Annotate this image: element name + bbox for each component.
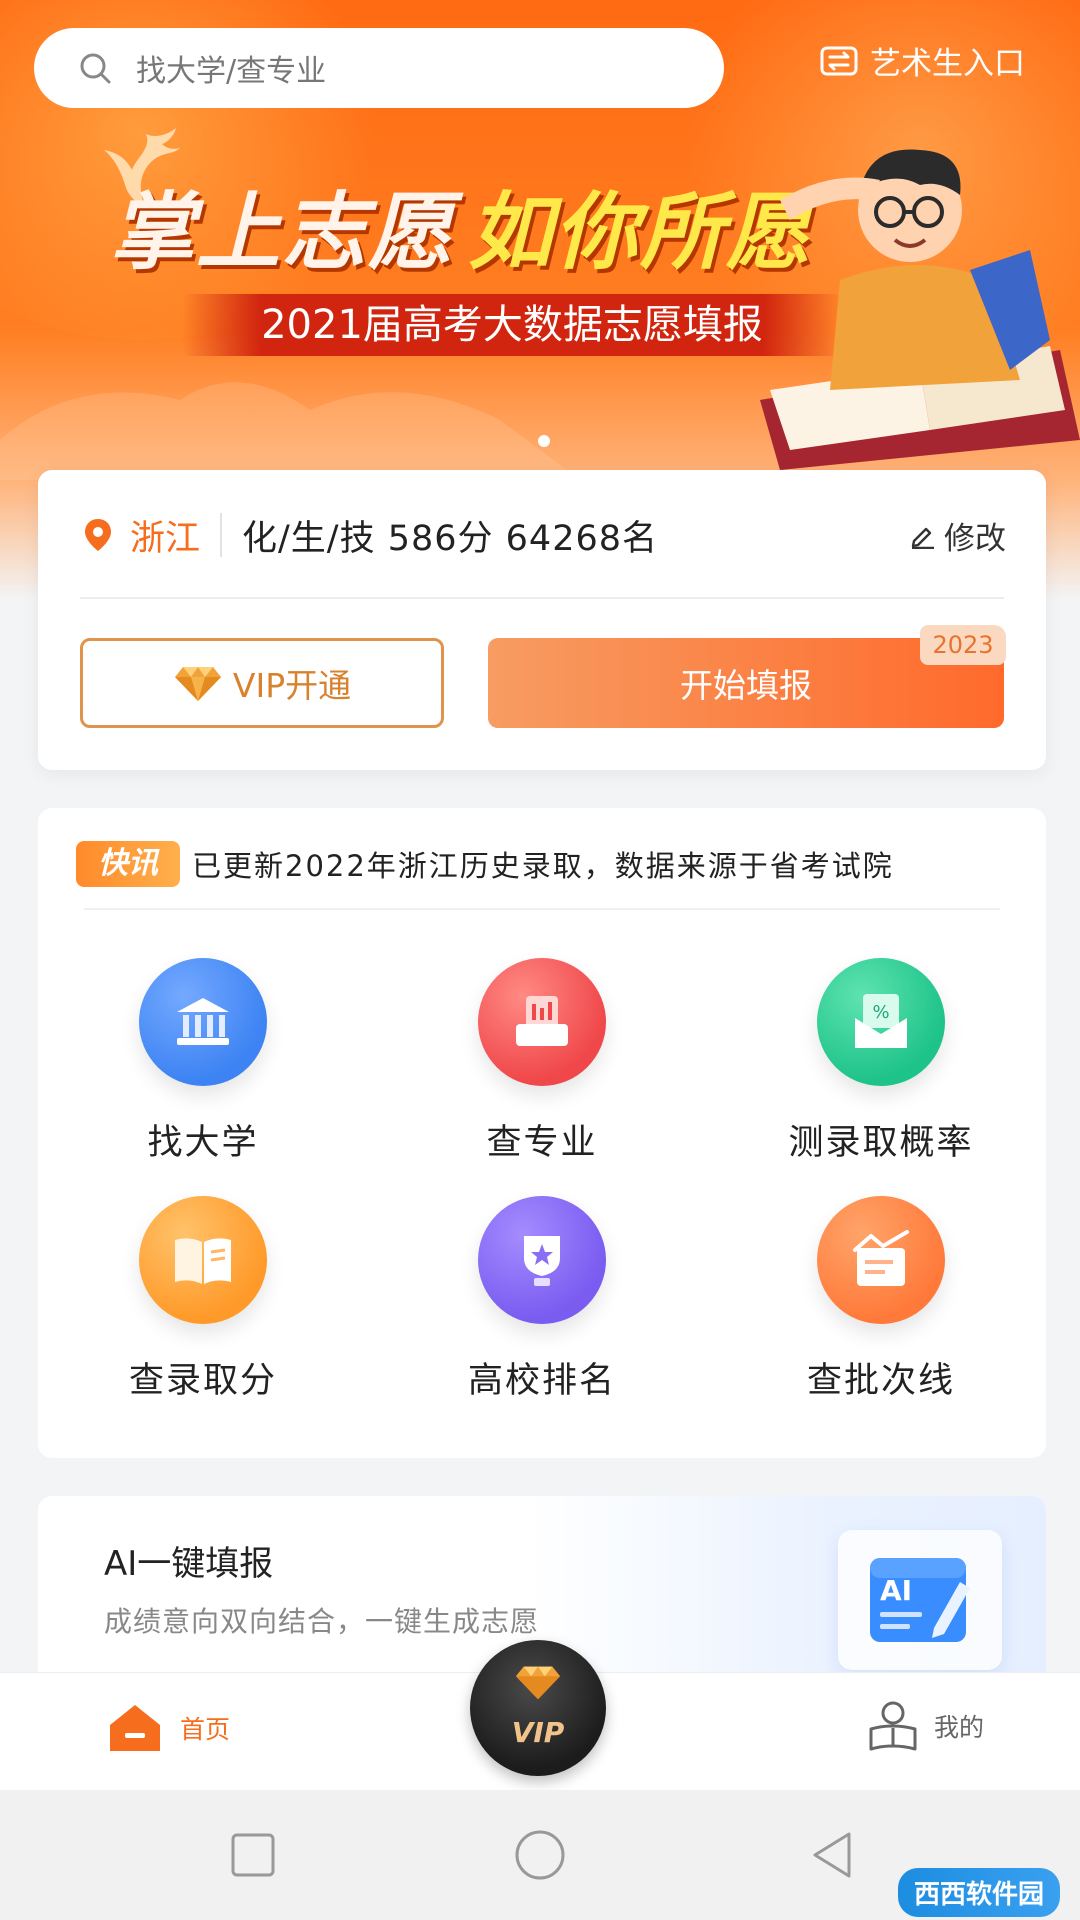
location-pin-icon [85, 519, 111, 551]
swap-icon [820, 46, 858, 75]
back-icon[interactable] [805, 1828, 859, 1882]
watermark: 西西软件园 [897, 1868, 1060, 1917]
ai-icon-text: AI [880, 1574, 912, 1607]
batch-line-icon [817, 1196, 945, 1324]
diamond-icon [174, 667, 221, 701]
news-text: 已更新2022年浙江历史录取，数据来源于省考试院 [192, 849, 894, 883]
banner-headline: 掌上志愿 如你所愿 [110, 190, 812, 274]
tool-admission-probability[interactable]: % 测录取概率 [716, 958, 1046, 1165]
tool-university-ranking[interactable]: 高校排名 [377, 1196, 707, 1403]
search-placeholder: 找大学/查专业 [136, 54, 327, 89]
edit-score-button[interactable]: 修改 [908, 513, 1006, 558]
home-circle-icon[interactable] [513, 1828, 567, 1882]
tool-label: 查录取分 [128, 1361, 277, 1401]
tool-label: 高校排名 [467, 1361, 616, 1401]
news-ticker[interactable]: 快讯 已更新2022年浙江历史录取，数据来源于省考试院 [76, 836, 1006, 892]
score-book-icon [139, 1196, 267, 1324]
art-entry-label: 艺术生入口 [870, 46, 1025, 82]
tool-batch-line[interactable]: 查批次线 [716, 1196, 1046, 1403]
score-info-row: 浙江 化/生/技 586分 64268名 修改 [82, 510, 1006, 560]
tab-home[interactable]: 首页 [108, 1703, 230, 1753]
divider [84, 908, 1000, 910]
book-background-decoration [0, 382, 580, 480]
tab-mine-label: 我的 [934, 1713, 985, 1742]
vip-open-button[interactable]: VIP开通 [80, 638, 444, 728]
ai-icon: AI [838, 1530, 1002, 1670]
art-student-entry[interactable]: 艺术生入口 [818, 38, 1025, 83]
tool-find-university[interactable]: 找大学 [38, 958, 368, 1165]
separator [220, 513, 223, 557]
svg-text:%: % [872, 1002, 889, 1023]
province-selector[interactable]: 浙江 [130, 510, 200, 561]
search-input[interactable]: 找大学/查专业 [34, 28, 724, 108]
vip-fab-label: VIP [511, 1716, 565, 1749]
headline-part-a: 掌上志愿 [110, 183, 455, 281]
tab-home-label: 首页 [180, 1715, 231, 1744]
ai-card-title: AI一键填报 [104, 1544, 274, 1584]
pencil-icon [911, 527, 934, 549]
tool-label: 测录取概率 [788, 1123, 974, 1163]
tool-label: 查专业 [486, 1123, 598, 1163]
major-icon [478, 958, 606, 1086]
diamond-icon [515, 1666, 561, 1700]
tools-card: 快讯 已更新2022年浙江历史录取，数据来源于省考试院 找大学 查专业 % 测录… [38, 808, 1046, 1458]
carousel-indicator[interactable] [538, 435, 550, 447]
tool-find-major[interactable]: 查专业 [377, 958, 707, 1165]
tool-label: 查批次线 [806, 1361, 955, 1401]
ranking-icon [478, 1196, 606, 1324]
score-summary: 化/生/技 586分 64268名 [242, 518, 658, 559]
year-badge: 2023 [920, 625, 1006, 665]
tool-label: 找大学 [147, 1123, 259, 1163]
vip-center-button[interactable]: VIP [470, 1640, 606, 1776]
news-tag: 快讯 [76, 841, 180, 887]
tool-admission-score[interactable]: 查录取分 [38, 1196, 368, 1403]
ai-card-subtitle: 成绩意向双向结合，一键生成志愿 [104, 1605, 540, 1638]
profile-icon [869, 1701, 917, 1751]
probability-icon: % [817, 958, 945, 1086]
university-icon [139, 958, 267, 1086]
start-button-label: 开始填报 [680, 666, 812, 705]
score-card: 浙江 化/生/技 586分 64268名 修改 VIP开通 开始填报 2023 [38, 470, 1046, 770]
edit-label: 修改 [944, 520, 1006, 557]
recent-apps-icon[interactable] [226, 1828, 280, 1882]
search-icon [80, 53, 111, 84]
student-illustration [760, 149, 1080, 470]
home-icon [110, 1705, 160, 1751]
tab-mine[interactable]: 我的 [868, 1699, 984, 1753]
vip-button-label: VIP开通 [232, 666, 352, 705]
divider [80, 597, 1004, 599]
